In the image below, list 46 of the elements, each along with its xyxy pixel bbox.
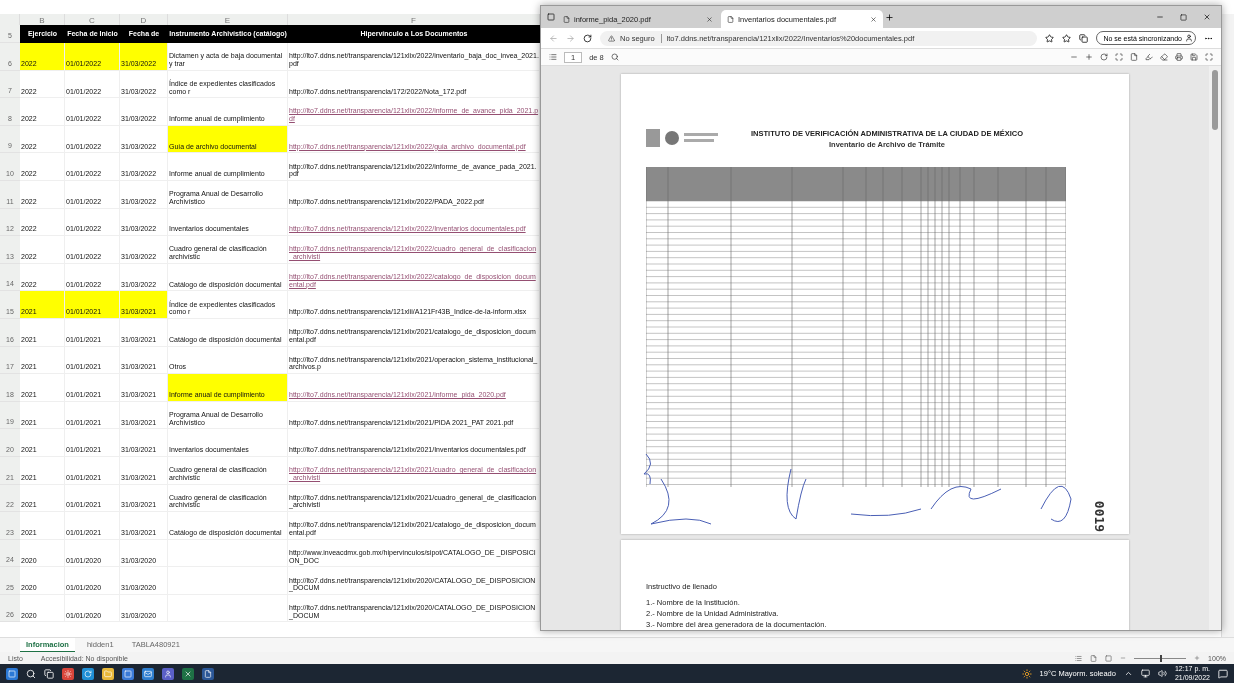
stamp-number: 0019 <box>1091 500 1107 533</box>
fit-page-icon[interactable] <box>1115 53 1123 61</box>
rotate-icon[interactable] <box>1100 53 1108 61</box>
close-tab-icon[interactable] <box>706 15 713 23</box>
highlight-icon[interactable] <box>1145 53 1153 61</box>
spreadsheet-icon[interactable] <box>182 667 194 680</box>
page-layout-icon[interactable] <box>1090 654 1098 662</box>
file-icon <box>727 15 734 23</box>
contents-icon[interactable] <box>549 53 557 61</box>
search-icon[interactable] <box>26 668 36 679</box>
fullscreen-icon[interactable] <box>1205 53 1213 61</box>
warning-icon <box>608 34 615 42</box>
column-header: D <box>120 14 168 25</box>
column-header: C <box>65 14 120 25</box>
favorite-add-icon[interactable] <box>1045 33 1055 43</box>
search-icon[interactable] <box>610 53 619 61</box>
print-icon[interactable] <box>1175 53 1183 61</box>
folder-icon[interactable] <box>102 667 114 680</box>
avatar-icon <box>1185 34 1193 42</box>
speaker-icon[interactable] <box>1157 669 1167 678</box>
scrollbar[interactable] <box>1209 66 1221 630</box>
normal-view-icon[interactable] <box>1075 654 1083 662</box>
file-icon <box>563 15 570 23</box>
collections-icon[interactable] <box>1079 33 1089 43</box>
task-view-icon[interactable] <box>44 668 54 679</box>
windows-icon[interactable] <box>6 667 18 680</box>
favorites-icon[interactable] <box>1062 33 1072 43</box>
column-header: B <box>20 14 65 25</box>
zoom-in-icon[interactable] <box>1085 53 1093 61</box>
column-header: E <box>168 14 288 25</box>
eraser-icon[interactable] <box>1160 53 1168 61</box>
close-tab-icon[interactable] <box>870 15 877 23</box>
page-view-icon[interactable] <box>1130 53 1138 61</box>
new-tab-icon[interactable] <box>885 12 894 22</box>
column-header: F <box>288 14 540 25</box>
close-icon[interactable] <box>1203 13 1211 21</box>
document-icon[interactable] <box>202 667 214 680</box>
chevron-up-icon[interactable] <box>1123 669 1133 678</box>
reload-icon[interactable] <box>583 33 592 43</box>
slider-thumb[interactable] <box>1160 654 1163 662</box>
maximize-icon[interactable] <box>1180 13 1187 21</box>
notification-icon[interactable] <box>1218 668 1228 679</box>
mail-icon[interactable] <box>142 667 154 680</box>
tab-actions-icon[interactable] <box>547 13 555 21</box>
weather-icon <box>1021 668 1032 679</box>
save-icon[interactable] <box>1190 53 1198 61</box>
